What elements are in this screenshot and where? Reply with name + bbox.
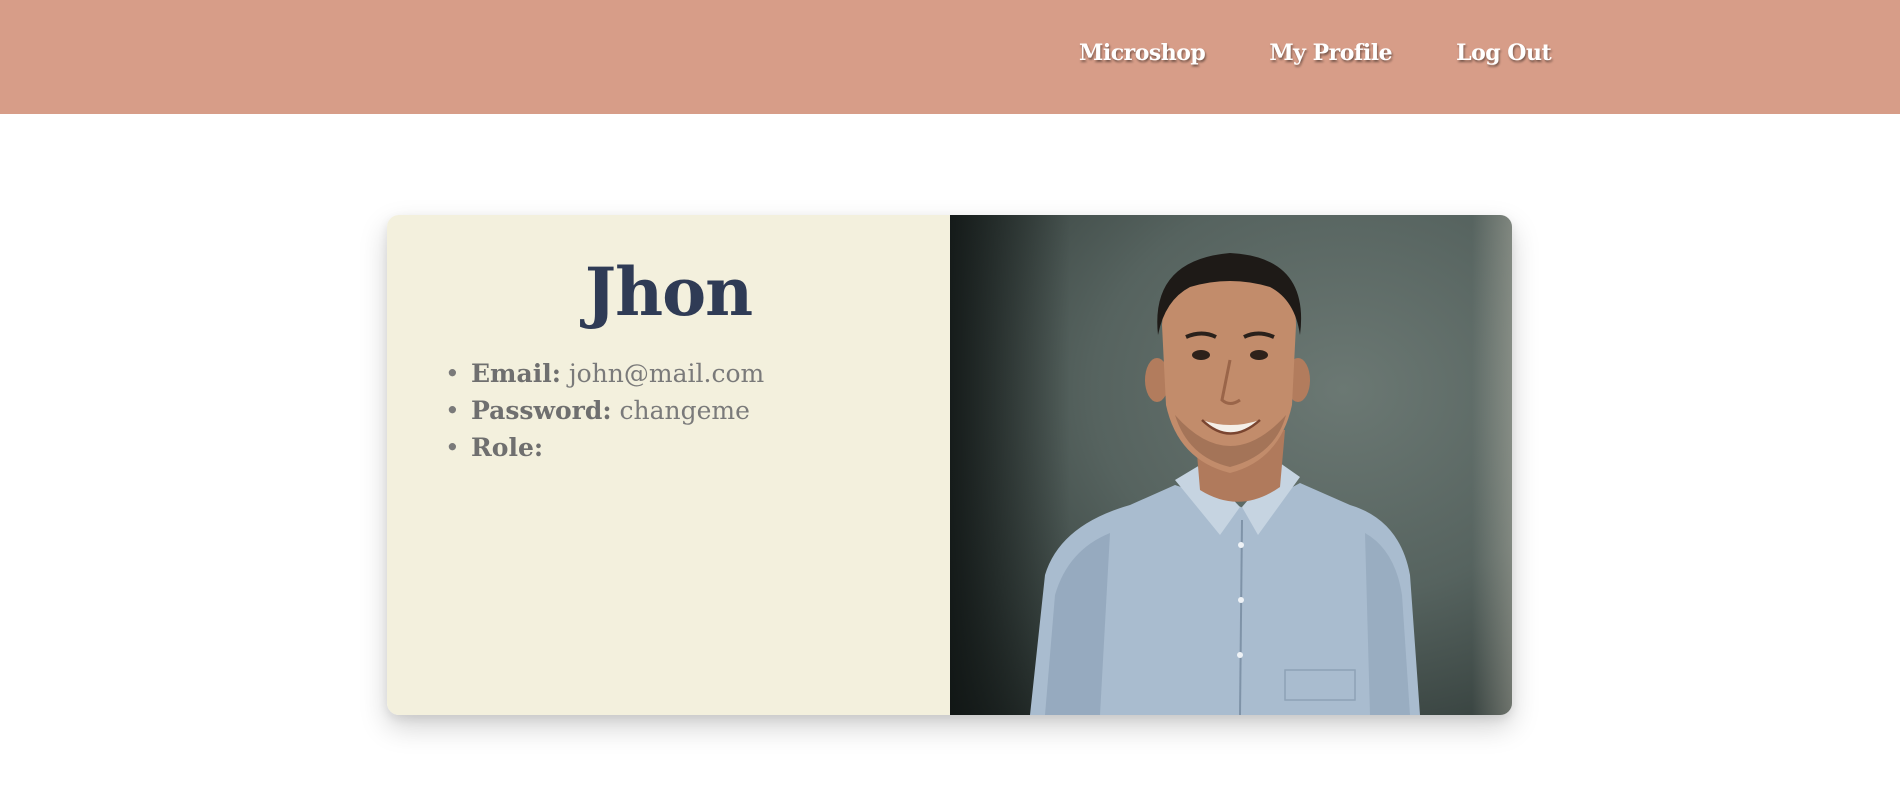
avatar-photo <box>950 215 1512 715</box>
detail-email: • Email: john@mail.com <box>445 355 765 392</box>
detail-password: • Password: changeme <box>445 392 764 429</box>
bullet-icon: • <box>445 359 460 388</box>
nav-link-my-profile[interactable]: My Profile <box>1269 40 1392 66</box>
detail-label: Role: <box>471 433 544 462</box>
detail-value: john@mail.com <box>568 359 765 388</box>
bullet-icon: • <box>445 433 460 462</box>
profile-name: Jhon <box>584 253 753 331</box>
nav-link-microshop[interactable]: Microshop <box>1079 40 1206 66</box>
nav-links: Microshop My Profile Log Out <box>1079 40 1552 66</box>
detail-value: changeme <box>619 396 750 425</box>
bullet-icon: • <box>445 396 460 425</box>
detail-role: • Role: <box>445 429 764 466</box>
profile-info-panel: Jhon • Email: john@mail.com • Password: … <box>387 215 950 715</box>
nav-link-log-out[interactable]: Log Out <box>1456 40 1552 66</box>
detail-label: Email: <box>471 359 561 388</box>
page: Microshop My Profile Log Out Jhon • Emai… <box>0 0 1900 812</box>
profile-details-list: • Email: john@mail.com • Password: chang… <box>445 355 765 466</box>
profile-card: Jhon • Email: john@mail.com • Password: … <box>387 215 1512 715</box>
person-illustration <box>1030 253 1420 715</box>
detail-label: Password: <box>471 396 612 425</box>
navbar: Microshop My Profile Log Out <box>0 0 1900 114</box>
